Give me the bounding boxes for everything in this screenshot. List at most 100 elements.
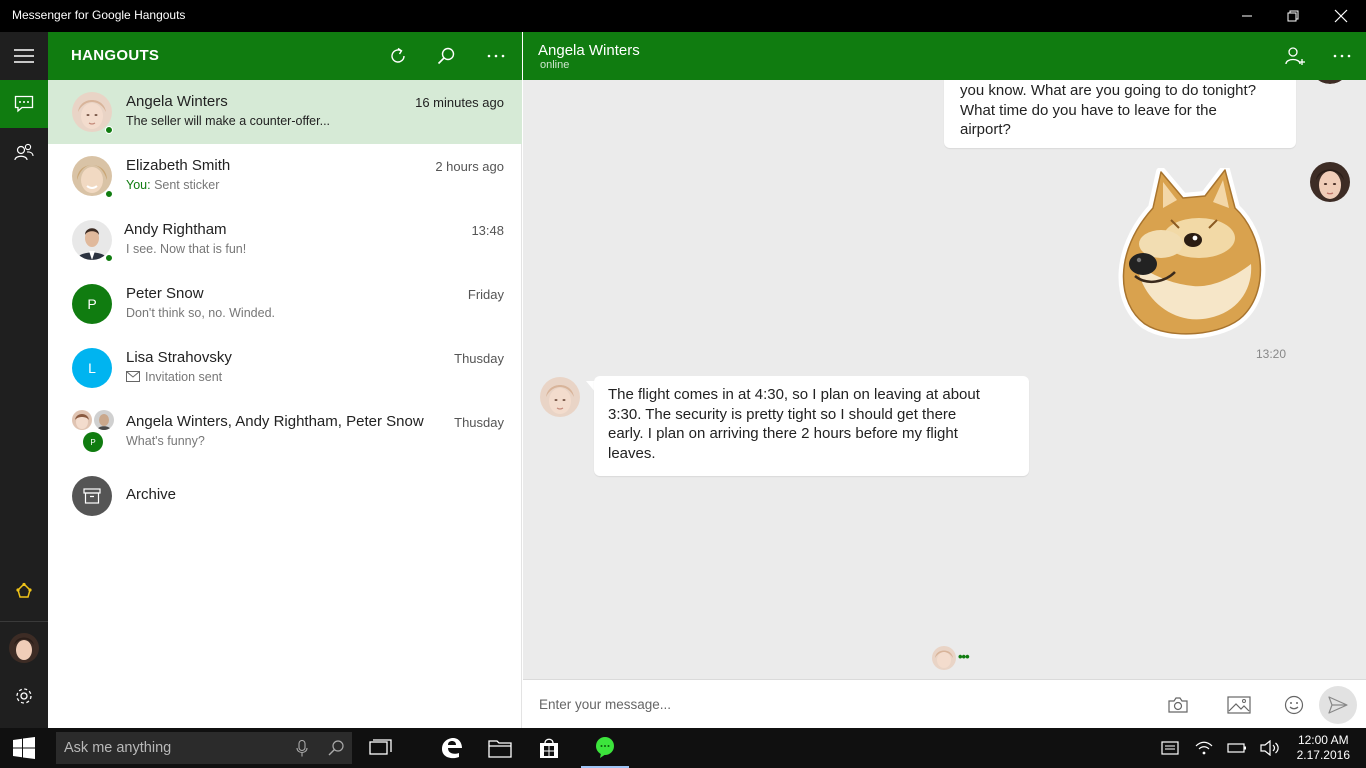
refresh-button[interactable] bbox=[384, 42, 412, 70]
message-line: What time do you have to leave for the bbox=[960, 101, 1217, 119]
contacts-nav-button[interactable] bbox=[0, 128, 48, 176]
chat-more-options-button[interactable] bbox=[1328, 42, 1356, 70]
hangouts-app-button[interactable] bbox=[581, 728, 629, 768]
windows-logo-icon bbox=[13, 737, 35, 759]
ellipsis-icon bbox=[1333, 54, 1351, 58]
emoji-button[interactable] bbox=[1279, 690, 1309, 720]
left-rail bbox=[0, 32, 48, 728]
window-title: Messenger for Google Hangouts bbox=[12, 8, 186, 22]
taskbar-search-box bbox=[56, 732, 352, 764]
archive-item[interactable]: Archive bbox=[48, 464, 522, 528]
edge-icon bbox=[442, 738, 462, 759]
start-button[interactable] bbox=[0, 728, 48, 768]
chat-pane: Angela Winters online you know. What are… bbox=[523, 32, 1366, 728]
conversation-preview: I see. Now that is fun! bbox=[126, 242, 247, 256]
add-person-icon bbox=[1285, 47, 1305, 65]
group-avatar-3: P bbox=[83, 432, 103, 452]
typing-indicator: ••• bbox=[958, 649, 970, 664]
conversation-preview: Invitation sent bbox=[126, 370, 222, 384]
restore-button[interactable] bbox=[1270, 0, 1316, 32]
minimize-button[interactable] bbox=[1224, 0, 1270, 32]
hangouts-logo-icon bbox=[16, 582, 32, 598]
wifi-icon bbox=[1195, 741, 1213, 755]
speaker-icon bbox=[1260, 740, 1279, 756]
conversations-nav-button[interactable] bbox=[0, 80, 48, 128]
close-button[interactable] bbox=[1318, 0, 1364, 32]
conversation-time: Thusday bbox=[454, 415, 504, 430]
conversation-item[interactable]: Angela Winters The seller will make a co… bbox=[48, 80, 522, 144]
edge-browser-button[interactable] bbox=[427, 728, 475, 768]
gear-icon bbox=[16, 688, 32, 704]
conversation-preview: You: Sent sticker bbox=[126, 178, 219, 192]
conversation-item[interactable]: Elizabeth Smith You: Sent sticker 2 hour… bbox=[48, 144, 522, 208]
file-explorer-button[interactable] bbox=[476, 728, 524, 768]
store-button[interactable] bbox=[525, 728, 573, 768]
conversation-preview: What's funny? bbox=[126, 434, 205, 448]
battery-icon bbox=[1227, 743, 1246, 753]
send-icon bbox=[1328, 696, 1348, 714]
settings-button[interactable] bbox=[0, 672, 48, 720]
send-button[interactable] bbox=[1319, 686, 1357, 724]
conversation-list-pane: HANGOUTS Angela Winters The seller will … bbox=[48, 32, 522, 728]
message-input[interactable] bbox=[539, 692, 1139, 716]
conversation-time: 16 minutes ago bbox=[415, 95, 504, 110]
taskbar-search-input[interactable] bbox=[64, 738, 284, 758]
conversation-name: Lisa Strahovsky bbox=[126, 349, 232, 366]
online-indicator bbox=[105, 190, 113, 198]
message-line: early. I plan on arriving there 2 hours … bbox=[608, 425, 958, 442]
ellipsis-icon bbox=[487, 54, 505, 58]
conversation-time: Thusday bbox=[454, 351, 504, 366]
microphone-icon[interactable] bbox=[296, 740, 308, 757]
list-header: HANGOUTS bbox=[48, 32, 522, 80]
avatar bbox=[1310, 162, 1350, 202]
profile-avatar-button[interactable] bbox=[0, 624, 48, 672]
restore-icon bbox=[1287, 10, 1299, 22]
conversation-name: Angela Winters bbox=[126, 93, 228, 110]
conversation-time: 2 hours ago bbox=[435, 159, 504, 174]
add-people-button[interactable] bbox=[1281, 42, 1309, 70]
conversation-time: Friday bbox=[467, 287, 504, 302]
image-button[interactable] bbox=[1224, 690, 1254, 720]
hangouts-app-icon bbox=[596, 737, 614, 758]
hamburger-icon bbox=[14, 49, 34, 63]
notifications-icon bbox=[1161, 741, 1179, 755]
camera-icon bbox=[1168, 697, 1188, 713]
camera-button[interactable] bbox=[1163, 690, 1193, 720]
refresh-icon bbox=[391, 47, 405, 63]
search-button[interactable] bbox=[432, 42, 460, 70]
task-view-button[interactable] bbox=[357, 728, 405, 768]
outgoing-message-bubble: you know. What are you going to do tonig… bbox=[944, 80, 1296, 148]
more-options-button[interactable] bbox=[482, 42, 510, 70]
avatar bbox=[9, 633, 39, 663]
conversation-preview: Don't think so, no. Winded. bbox=[126, 306, 275, 320]
archive-label: Archive bbox=[126, 486, 177, 503]
task-view-icon bbox=[369, 739, 392, 755]
conversation-item[interactable]: L Lisa Strahovsky Invitation sent Thusda… bbox=[48, 336, 522, 400]
chat-header: Angela Winters online bbox=[523, 32, 1366, 80]
clock-time: 12:00 AM bbox=[1297, 733, 1349, 747]
message-line: leaves. bbox=[608, 444, 656, 462]
conversation-name: Elizabeth Smith bbox=[126, 157, 231, 174]
hangouts-logo-button[interactable] bbox=[0, 567, 48, 615]
online-indicator bbox=[105, 126, 113, 134]
conversation-item[interactable]: P Peter Snow Don't think so, no. Winded.… bbox=[48, 272, 522, 336]
contacts-icon bbox=[14, 143, 34, 161]
conversation-time: 13:48 bbox=[471, 223, 504, 238]
conversation-item[interactable]: P Angela Winters, Andy Rightham, Peter S… bbox=[48, 400, 522, 464]
search-icon[interactable] bbox=[328, 740, 344, 756]
contact-status: online bbox=[540, 59, 570, 71]
archive-avatar bbox=[72, 476, 112, 516]
message-timestamp: 13:20 bbox=[1256, 347, 1287, 361]
title-bar: Messenger for Google Hangouts bbox=[0, 0, 1366, 32]
conversation-item[interactable]: Andy Rightham I see. Now that is fun! 13… bbox=[48, 208, 522, 272]
archive-icon bbox=[83, 488, 101, 504]
hamburger-menu-button[interactable] bbox=[0, 32, 48, 80]
system-clock[interactable]: 12:00 AM 2.17.2016 bbox=[1297, 733, 1350, 763]
minimize-icon bbox=[1242, 15, 1252, 17]
message-line: The flight comes in at 4:30, so I plan o… bbox=[608, 386, 980, 403]
message-line: you know. What are you going to do tonig… bbox=[960, 82, 1257, 99]
volume-button[interactable] bbox=[1246, 728, 1294, 768]
message-composer bbox=[523, 679, 1366, 728]
conversation-name: Peter Snow bbox=[126, 285, 204, 302]
store-icon bbox=[540, 738, 558, 758]
